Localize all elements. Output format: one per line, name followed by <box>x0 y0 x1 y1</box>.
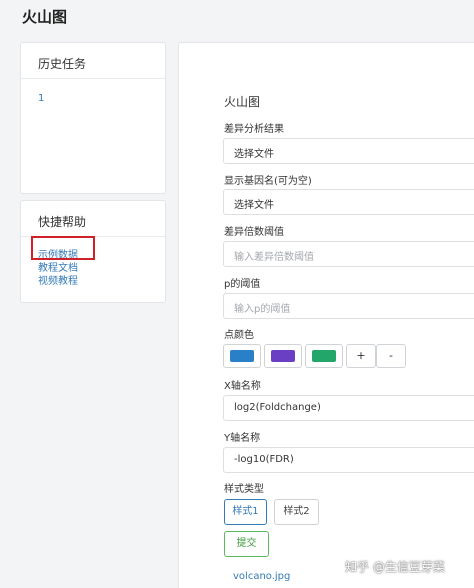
p-value-label: p的阈值 <box>224 279 261 290</box>
color-swatch-fill <box>230 350 254 362</box>
history-panel: 历史任务 1 <box>20 42 166 194</box>
history-panel-title: 历史任务 <box>21 43 165 79</box>
style-type-label: 样式类型 <box>224 484 264 495</box>
add-color-button[interactable]: + <box>346 344 376 368</box>
y-axis-label: Y轴名称 <box>224 433 261 444</box>
help-panel-title: 快捷帮助 <box>21 201 165 237</box>
history-item[interactable]: 1 <box>38 93 44 104</box>
gene-name-file-input[interactable]: 选择文件 <box>223 189 474 215</box>
point-color-label: 点颜色 <box>224 330 254 341</box>
color-swatch-blue[interactable] <box>223 344 261 368</box>
color-swatch-green[interactable] <box>305 344 343 368</box>
gene-name-label: 显示基因名(可为空) <box>224 176 312 187</box>
diff-result-file-input[interactable]: 选择文件 <box>223 138 474 164</box>
watermark: 知乎 @生信豆芽菜 <box>345 560 445 574</box>
main-panel: 火山图 差异分析结果 选择文件 显示基因名(可为空) 选择文件 差异倍数阈值 输… <box>178 42 474 588</box>
style1-button[interactable]: 样式1 <box>224 499 267 525</box>
submit-button[interactable]: 提交 <box>224 531 269 557</box>
page-title: 火山图 <box>22 8 68 26</box>
x-axis-label: X轴名称 <box>224 381 261 392</box>
tutorial-doc-link[interactable]: 教程文档 <box>38 262 78 275</box>
form-title: 火山图 <box>224 95 261 109</box>
p-value-input[interactable]: 输入p的阈值 <box>223 293 474 319</box>
color-swatch-purple[interactable] <box>264 344 302 368</box>
x-axis-input[interactable]: log2(Foldchange) <box>223 395 474 421</box>
remove-color-button[interactable]: - <box>376 344 406 368</box>
result-file-link[interactable]: volcano.jpg <box>233 571 290 582</box>
fold-change-label: 差异倍数阈值 <box>224 227 284 238</box>
fold-change-input[interactable]: 输入差异倍数阈值 <box>223 241 474 267</box>
color-swatch-fill <box>312 350 336 362</box>
y-axis-input[interactable]: -log10(FDR) <box>223 447 474 473</box>
style2-button[interactable]: 样式2 <box>274 499 319 525</box>
highlight-box <box>31 236 95 260</box>
color-swatch-fill <box>271 350 295 362</box>
diff-result-label: 差异分析结果 <box>224 124 284 135</box>
video-tutorial-link[interactable]: 视频教程 <box>38 275 78 288</box>
